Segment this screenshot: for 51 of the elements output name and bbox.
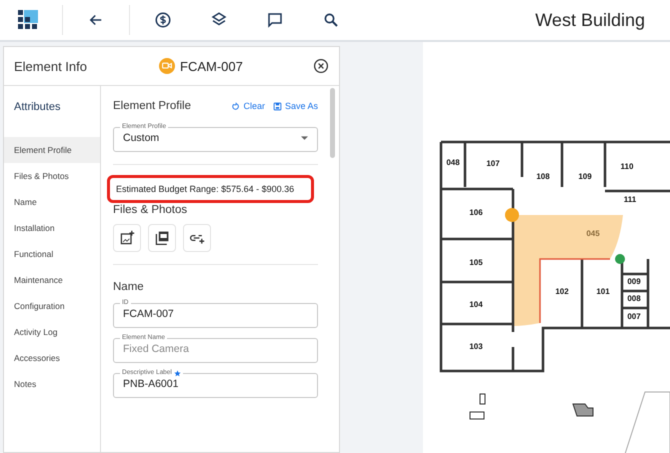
logo-icon — [18, 10, 38, 30]
sidebar-item[interactable]: Configuration — [4, 293, 100, 319]
sidebar-item[interactable]: Activity Log — [4, 319, 100, 345]
add-link-button[interactable] — [183, 224, 211, 252]
save-as-button[interactable]: Save As — [272, 101, 318, 111]
room-label: 106 — [469, 208, 483, 217]
scrollbar-thumb[interactable] — [330, 88, 335, 158]
caret-icon — [301, 136, 308, 140]
panel-title: Element Info — [14, 58, 88, 74]
room-label: 111 — [624, 195, 636, 204]
close-icon[interactable] — [313, 58, 329, 74]
search-icon[interactable] — [322, 11, 340, 29]
clear-button[interactable]: Clear — [231, 101, 265, 111]
budget-range-text: Estimated Budget Range: $575.64 - $900.36 — [107, 175, 314, 203]
add-pdf-button[interactable] — [148, 224, 176, 252]
room-label: 108 — [536, 172, 550, 181]
sidebar-item[interactable]: Maintenance — [4, 267, 100, 293]
section-heading: Element Profile — [113, 100, 192, 112]
room-label: 109 — [578, 172, 592, 181]
room-label: 101 — [596, 287, 610, 296]
sidebar-item[interactable]: Accessories — [4, 345, 100, 371]
sidebar-item[interactable]: Files & Photos — [4, 163, 100, 189]
section-heading: Files & Photos — [113, 204, 188, 216]
sidebar-item[interactable]: Name — [4, 189, 100, 215]
building-title: West Building — [535, 10, 645, 30]
sidebar-item[interactable]: Element Profile — [4, 137, 100, 163]
element-id: FCAM-007 — [180, 58, 243, 74]
sidebar-item[interactable]: Installation — [4, 215, 100, 241]
room-label: 008 — [627, 294, 641, 303]
sidebar-heading: Attributes — [13, 100, 62, 115]
refresh-icon — [231, 102, 240, 110]
room-label: 105 — [469, 258, 483, 267]
room-label: 048 — [446, 158, 460, 167]
room-label: 102 — [555, 287, 569, 296]
add-image-icon — [119, 230, 135, 246]
add-image-button[interactable] — [113, 224, 141, 252]
sidebar-item[interactable]: Notes — [4, 371, 100, 397]
section-heading: Name — [113, 281, 145, 293]
chat-icon[interactable] — [266, 11, 284, 29]
document-stack-icon — [154, 230, 170, 246]
sidebar-item[interactable]: Functional — [4, 241, 100, 267]
camera-icon — [159, 58, 175, 74]
room-label: 045 — [586, 229, 600, 238]
room-label: 104 — [469, 300, 483, 309]
room-label: 009 — [627, 277, 641, 286]
room-label: 107 — [486, 159, 500, 168]
room-label: 007 — [627, 312, 641, 321]
room-label: 110 — [620, 162, 634, 171]
room-label: 103 — [469, 342, 483, 351]
save-icon — [272, 102, 282, 110]
dollar-icon[interactable] — [154, 11, 172, 29]
